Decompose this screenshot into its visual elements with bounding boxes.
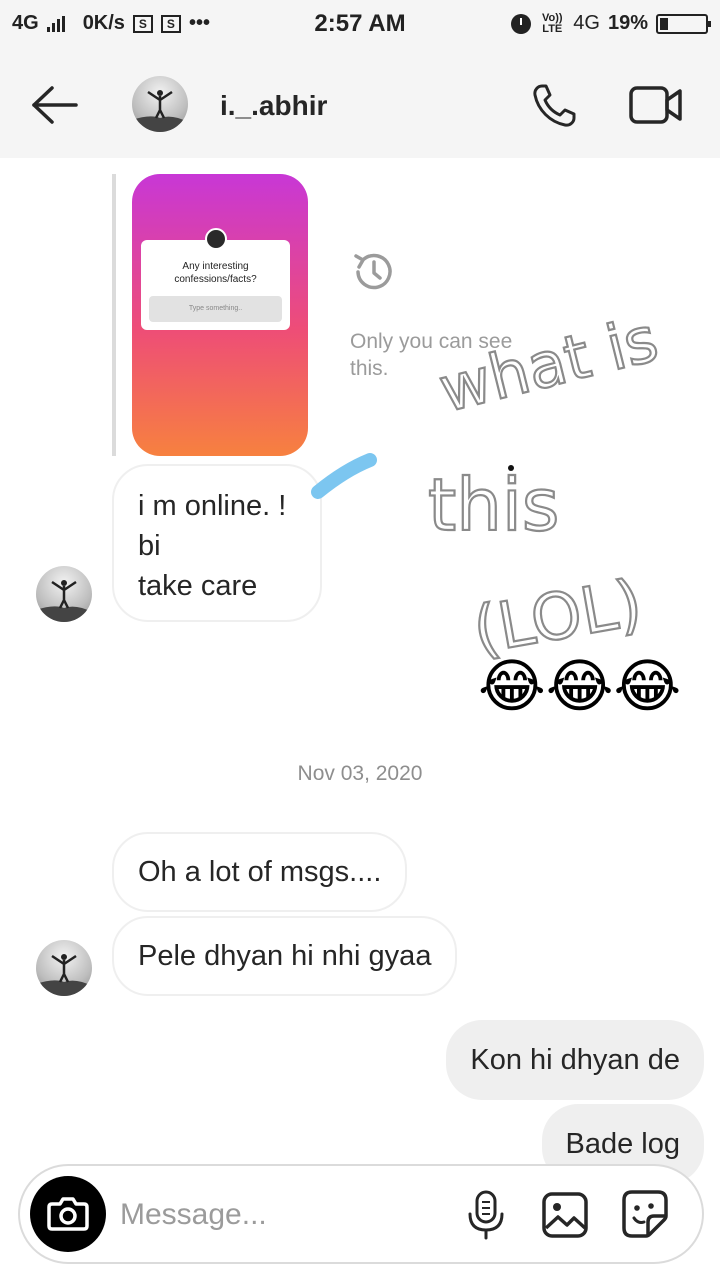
question-text: Any interesting confessions/facts? <box>174 261 257 285</box>
message-bubble-outgoing[interactable]: Kon hi dhyan de <box>446 1020 704 1100</box>
message-text: Kon hi dhyan de <box>470 1044 680 1076</box>
message-input[interactable] <box>120 1194 450 1236</box>
message-bubble-incoming[interactable]: Oh a lot of msgs.... <box>112 832 408 912</box>
audio-call-button[interactable] <box>528 80 580 132</box>
message-text: Pele dhyan hi nhi gyaa <box>138 940 432 972</box>
network-type-right: 4G <box>573 12 600 34</box>
sender-avatar[interactable] <box>36 566 92 622</box>
message-line: bi <box>138 530 161 562</box>
question-avatar <box>205 228 227 250</box>
message-text: Oh a lot of msgs.... <box>138 856 382 888</box>
arrow-left-icon <box>32 86 78 124</box>
history-icon <box>354 253 392 290</box>
camera-icon <box>47 1197 89 1231</box>
video-call-button[interactable] <box>628 82 684 128</box>
sticker-icon <box>622 1190 668 1238</box>
camera-button[interactable] <box>30 1176 106 1252</box>
back-button[interactable] <box>30 84 80 126</box>
laughing-emojis: 😂😂😂 <box>478 654 681 719</box>
message-bubble-incoming[interactable]: Pele dhyan hi nhi gyaa <box>112 916 458 996</box>
sticker-button[interactable] <box>620 1188 670 1240</box>
story-preview[interactable]: Any interesting confessions/facts? Type … <box>132 174 308 456</box>
battery-percent: 19% <box>607 12 648 34</box>
chat-header: i._.abhir <box>0 52 720 158</box>
video-camera-icon <box>629 86 682 124</box>
volte-label: Vo)) LTE <box>541 11 563 35</box>
header-avatar[interactable] <box>132 76 188 132</box>
question-sticker: Any interesting confessions/facts? Type … <box>141 228 290 330</box>
handwriting-line-3: (LOL) <box>468 567 648 669</box>
question-input-placeholder: Type something.. <box>149 296 282 322</box>
date-separator: Nov 03, 2020 <box>297 762 423 785</box>
message-bubble-incoming[interactable]: i m online. ! bi take care <box>112 464 322 622</box>
message-line: take care <box>138 570 258 602</box>
avatar-figure <box>132 90 188 132</box>
message-text: Bade log <box>565 1128 681 1160</box>
phone-icon <box>533 84 576 127</box>
blue-stroke <box>311 453 377 499</box>
image-icon <box>542 1192 588 1238</box>
message-composer <box>18 1164 704 1264</box>
chat-username[interactable]: i._.abhir <box>220 90 327 122</box>
sender-avatar[interactable] <box>36 940 92 996</box>
story-reply-bar <box>112 174 116 456</box>
gallery-button[interactable] <box>540 1190 590 1240</box>
message-line: i m online. ! <box>138 490 287 522</box>
only-you-note: Only you can see this. <box>350 330 513 380</box>
status-bar: 4G 0K/s S S ••• 2:57 AM Vo)) LTE 4G 19% <box>0 0 720 52</box>
alarm-icon <box>511 13 532 34</box>
handwriting-line-2: this <box>428 463 559 547</box>
ink-dot <box>508 465 514 471</box>
avatar-figure <box>36 580 92 622</box>
battery-icon <box>656 13 711 34</box>
voice-message-button[interactable] <box>464 1190 508 1240</box>
microphone-icon <box>468 1190 504 1240</box>
avatar-figure <box>36 954 92 996</box>
status-right: Vo)) LTE 4G 19% <box>511 11 711 35</box>
